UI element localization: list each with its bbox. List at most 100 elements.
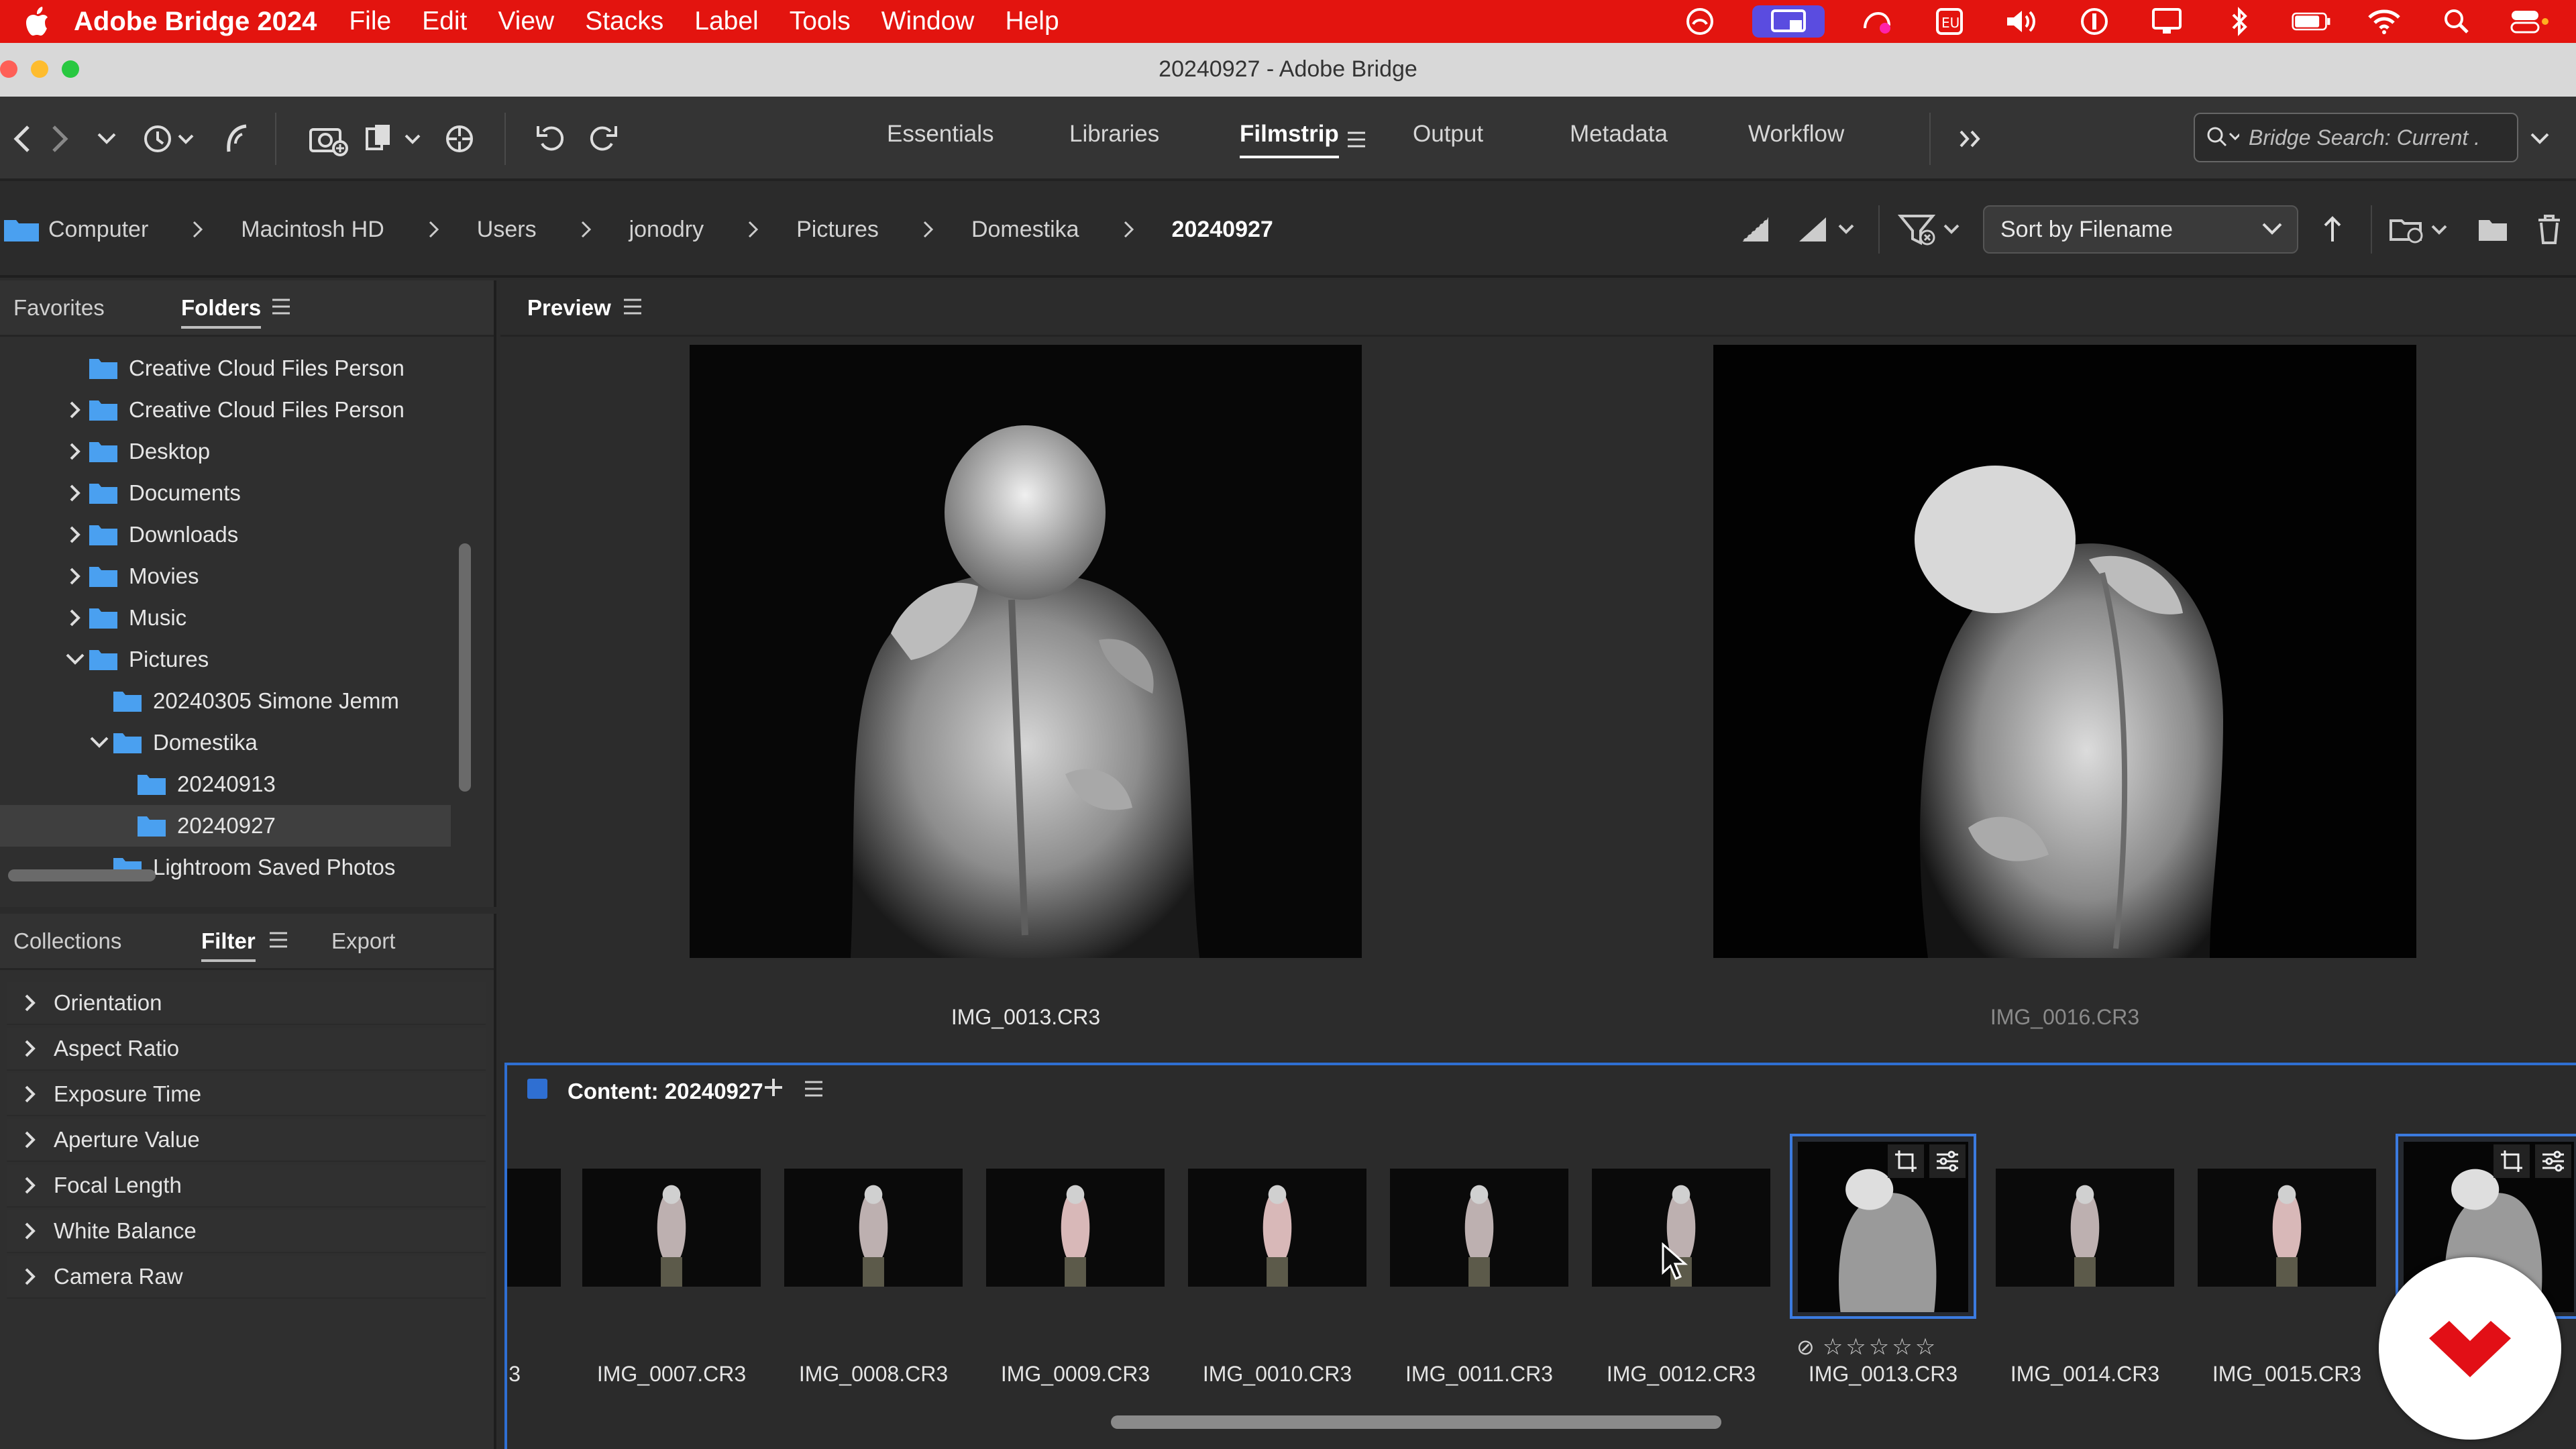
boomerang-icon[interactable] [215,117,259,161]
crumb-domestika[interactable]: Domestika [971,217,1079,243]
filter-category[interactable]: White Balance [7,1210,486,1253]
open-recent-file-icon[interactable] [2387,205,2451,254]
folder-tree-horizontal-scrollbar[interactable] [8,869,156,881]
folder-tree-item[interactable]: Creative Cloud Files Person [0,347,451,389]
filter-category[interactable]: Aspect Ratio [7,1028,486,1071]
preview-image-2[interactable] [1713,345,2416,958]
tab-workflow[interactable]: Workflow [1748,121,1844,148]
panel-menu-icon[interactable] [268,931,288,952]
preview-image-1[interactable] [690,345,1362,958]
panel-menu-icon[interactable] [804,1080,824,1101]
folder-tree-item[interactable]: Documents [0,472,451,514]
menu-file[interactable]: File [349,7,391,36]
tab-essentials[interactable]: Essentials [887,121,994,148]
panel-menu-icon[interactable] [271,298,291,319]
tab-output[interactable]: Output [1413,121,1483,148]
crumb-pictures[interactable]: Pictures [796,217,879,243]
reject-icon[interactable]: ⊘ [1796,1335,1817,1359]
one-password-icon[interactable] [2074,5,2114,38]
spotlight-icon[interactable] [2436,5,2477,38]
filter-category[interactable]: Focal Length [7,1165,486,1208]
tab-libraries[interactable]: Libraries [1069,121,1159,148]
thumbnail[interactable] [2198,1169,2376,1287]
search-input[interactable] [2249,125,2517,150]
tab-folders[interactable]: Folders [181,295,262,329]
tab-export[interactable]: Export [331,928,395,954]
filter-category[interactable]: Orientation [7,982,486,1025]
crumb-macintosh-hd[interactable]: Macintosh HD [241,217,384,243]
chevron-right-icon[interactable] [62,441,89,462]
wifi-icon[interactable] [2364,5,2404,38]
creative-cloud-icon[interactable] [1680,5,1720,38]
tab-metadata[interactable]: Metadata [1570,121,1668,148]
filter-category[interactable]: Exposure Time [7,1073,486,1116]
sort-rating-icon[interactable] [1795,205,1860,254]
menu-tools[interactable]: Tools [790,7,851,36]
panel-menu-icon[interactable] [623,298,643,319]
thumbnail[interactable] [1188,1169,1366,1287]
folder-tree-item[interactable]: Movies [0,555,451,597]
menu-view[interactable]: View [498,7,554,36]
rating-stars[interactable]: ⊘☆☆☆☆☆ [1796,1334,1938,1360]
thumbnail[interactable] [1996,1169,2174,1287]
new-folder-icon[interactable] [2473,205,2513,254]
display-icon[interactable] [2147,5,2187,38]
recent-history-icon[interactable] [138,117,199,161]
adjustments-badge-icon[interactable] [2535,1144,2571,1178]
folder-tree-item[interactable]: Pictures [0,639,451,680]
crop-badge-icon[interactable] [1888,1144,1924,1178]
more-workspaces-icon[interactable] [1949,117,1994,161]
menu-edit[interactable]: Edit [422,7,467,36]
crumb-current-folder[interactable]: 20240927 [1172,217,1273,243]
folder-tree-item[interactable]: Lightroom Saved Photos [0,847,451,888]
rotate-clockwise-icon[interactable] [580,117,624,161]
thumbnail[interactable] [582,1169,761,1287]
crumb-computer[interactable]: Computer [0,216,148,243]
chevron-down-icon[interactable] [85,117,129,161]
crumb-jonodry[interactable]: jonodry [629,217,704,243]
thumbnail[interactable] [986,1169,1165,1287]
chevron-right-icon[interactable] [62,525,89,545]
bluetooth-icon[interactable] [2219,5,2259,38]
chevron-down-icon[interactable] [62,653,89,666]
filter-category[interactable]: Camera Raw [7,1256,486,1299]
workspace-menu-icon[interactable] [1336,119,1377,160]
forward-icon[interactable] [38,117,82,161]
battery-icon[interactable] [2292,5,2332,38]
sort-ascending-icon[interactable] [2316,205,2349,254]
open-in-camera-raw-icon[interactable] [437,117,482,161]
folder-tree-vertical-scrollbar[interactable] [459,543,471,792]
chevron-right-icon[interactable] [62,483,89,503]
crop-badge-icon[interactable] [2493,1144,2530,1178]
thumbnail[interactable] [1390,1169,1568,1287]
tab-filmstrip[interactable]: Filmstrip [1240,121,1339,158]
chevron-right-icon[interactable] [62,608,89,628]
control-center-icon[interactable] [2509,5,2549,38]
chevron-right-icon[interactable] [62,566,89,586]
volume-icon[interactable] [2002,5,2042,38]
screen-share-icon[interactable] [1752,5,1825,38]
chevron-right-icon[interactable] [62,400,89,420]
crumb-users[interactable]: Users [477,217,537,243]
star-rating[interactable]: ☆☆☆☆☆ [1823,1334,1938,1360]
eu-input-icon[interactable]: EU [1929,5,1970,38]
folder-tree-item[interactable]: Domestika [0,722,451,763]
cc-sync-icon[interactable] [1857,5,1897,38]
add-icon[interactable] [762,1076,785,1102]
folder-tree-item[interactable]: Downloads [0,514,451,555]
thumbnail-selected[interactable] [1790,1134,1976,1319]
sort-dropdown[interactable]: Sort by Filename [1983,205,2298,254]
folder-tree-item[interactable]: 20240927 [0,805,451,847]
app-name-menu[interactable]: Adobe Bridge 2024 [74,7,317,37]
thumbnail-quality-icon[interactable] [1733,205,1776,254]
get-photos-icon[interactable] [306,117,350,161]
rotate-counterclockwise-icon[interactable] [530,117,574,161]
refine-icon[interactable] [362,117,427,161]
search-options-chevron-icon[interactable] [2520,117,2560,161]
menu-window[interactable]: Window [881,7,975,36]
folder-tree-item[interactable]: Creative Cloud Files Person [0,389,451,431]
filter-items-icon[interactable] [1896,205,1970,254]
filmstrip-scrollbar[interactable] [1111,1415,1721,1429]
folder-tree-item[interactable]: 20240913 [0,763,451,805]
menu-help[interactable]: Help [1005,7,1059,36]
